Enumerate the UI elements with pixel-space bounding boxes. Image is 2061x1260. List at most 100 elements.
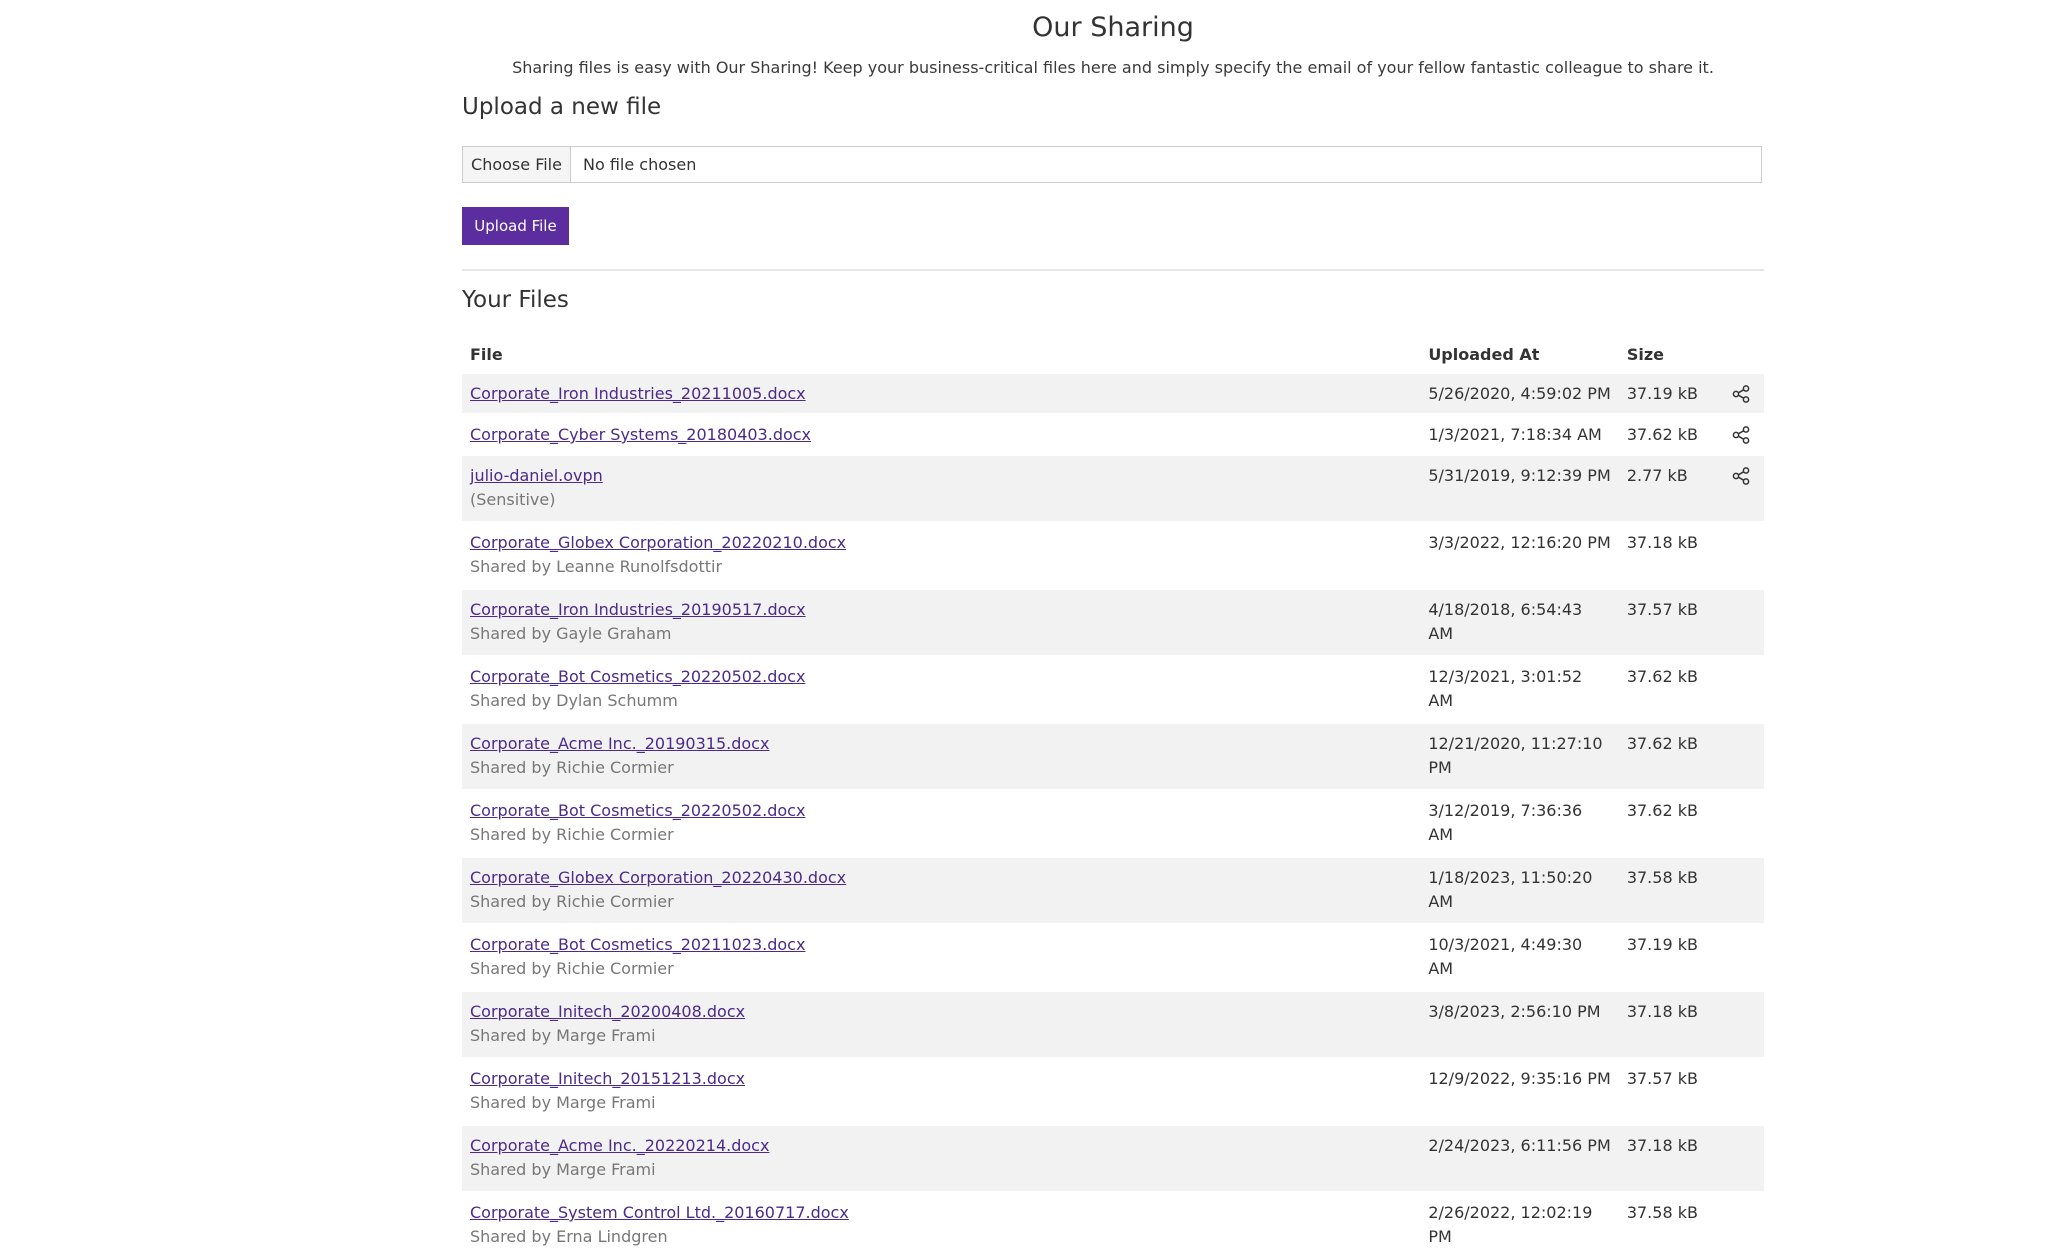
upload-section-title: Upload a new file (462, 94, 662, 120)
page-title: Our Sharing (1032, 12, 1194, 43)
share-cell (1718, 924, 1764, 991)
file-cell: Corporate_Acme Inc._20190315.docx Shared … (462, 723, 1420, 790)
file-link[interactable]: Corporate_Globex Corporation_20220210.do… (470, 533, 846, 552)
share-cell (1718, 723, 1764, 790)
share-cell (1718, 1192, 1764, 1259)
share-cell (1718, 1058, 1764, 1125)
size-cell: 37.62 kB (1626, 734, 1698, 753)
file-cell: Corporate_Acme Inc._20220214.docx Shared … (462, 1125, 1420, 1192)
file-cell: Corporate_Initech_20200408.docx Shared by… (462, 991, 1420, 1058)
table-row: Corporate_Initech_20200408.docx Shared by… (462, 991, 1764, 1058)
file-link[interactable]: Corporate_Iron Industries_20190517.docx (470, 600, 806, 619)
size-cell: 37.19 kB (1626, 384, 1698, 403)
file-cell: Corporate_Iron Industries_20190517.docx S… (462, 589, 1420, 656)
uploaded-at-cell: 1/3/2021, 7:18:34 AM (1428, 425, 1602, 444)
file-link[interactable]: Corporate_Initech_20200408.docx (470, 1002, 745, 1021)
file-cell: Corporate_Iron Industries_20211005.docx (462, 374, 1420, 414)
file-subtitle: Shared by Dylan Schumm (470, 691, 678, 710)
file-link[interactable]: Corporate_Bot Cosmetics_20220502.docx (470, 801, 805, 820)
file-subtitle: Shared by Marge Frami (470, 1160, 656, 1179)
uploaded-at-cell: 12/3/2021, 3:01:52 AM (1428, 667, 1583, 710)
table-row: Corporate_Bot Cosmetics_20211023.docx Sha… (462, 924, 1764, 991)
column-header-uploaded-at: Uploaded At (1428, 345, 1540, 364)
uploaded-at-cell: 5/31/2019, 9:12:39 PM (1428, 466, 1611, 485)
uploaded-at-cell: 2/24/2023, 6:11:56 PM (1428, 1136, 1611, 1155)
table-row: Corporate_Globex Corporation_20220430.do… (462, 857, 1764, 924)
table-row: Corporate_Acme Inc._20190315.docx Shared … (462, 723, 1764, 790)
size-cell: 37.57 kB (1626, 600, 1698, 619)
uploaded-at-cell: 3/8/2023, 2:56:10 PM (1428, 1002, 1601, 1021)
uploaded-at-cell: 1/18/2023, 11:50:20 AM (1428, 868, 1593, 911)
file-link[interactable]: Corporate_Cyber Systems_20180403.docx (470, 425, 811, 444)
share-cell (1718, 455, 1764, 522)
file-subtitle: Shared by Richie Cormier (470, 758, 674, 777)
size-cell: 2.77 kB (1626, 466, 1688, 485)
file-link[interactable]: Corporate_Acme Inc._20190315.docx (470, 734, 769, 753)
share-cell (1718, 1125, 1764, 1192)
table-header-row: File Uploaded At Size (462, 335, 1764, 374)
page-container: Our Sharing Sharing files is easy with O… (462, 0, 1764, 1260)
file-link[interactable]: Corporate_Bot Cosmetics_20211023.docx (470, 935, 805, 954)
share-cell (1718, 414, 1764, 455)
file-subtitle: Shared by Erna Lindgren (470, 1227, 668, 1246)
uploaded-at-cell: 3/3/2022, 12:16:20 PM (1428, 533, 1611, 552)
uploaded-at-cell: 5/26/2020, 4:59:02 PM (1428, 384, 1611, 403)
file-link[interactable]: julio-daniel.ovpn (470, 466, 603, 485)
table-row: Corporate_Initech_20151213.docx Shared by… (462, 1058, 1764, 1125)
file-cell: Corporate_Bot Cosmetics_20220502.docx Sha… (462, 790, 1420, 857)
table-row: Corporate_Bot Cosmetics_20220502.docx Sha… (462, 790, 1764, 857)
file-link[interactable]: Corporate_Iron Industries_20211005.docx (470, 384, 806, 403)
uploaded-at-cell: 2/26/2022, 12:02:19 PM (1428, 1203, 1593, 1246)
uploaded-at-cell: 12/9/2022, 9:35:16 PM (1428, 1069, 1611, 1088)
page-description: Sharing files is easy with Our Sharing! … (512, 58, 1714, 77)
file-cell: Corporate_Globex Corporation_20220210.do… (462, 522, 1420, 589)
file-subtitle: Shared by Gayle Graham (470, 624, 672, 643)
table-row: Corporate_Acme Inc._20220214.docx Shared … (462, 1125, 1764, 1192)
size-cell: 37.62 kB (1626, 667, 1698, 686)
table-row: Corporate_Bot Cosmetics_20220502.docx Sha… (462, 656, 1764, 723)
size-cell: 37.18 kB (1626, 1136, 1698, 1155)
uploaded-at-cell: 3/12/2019, 7:36:36 AM (1428, 801, 1583, 844)
file-subtitle: Shared by Richie Cormier (470, 959, 674, 978)
choose-file-button[interactable]: Choose File (463, 147, 571, 182)
share-icon[interactable] (1731, 466, 1751, 486)
file-cell: Corporate_Globex Corporation_20220430.do… (462, 857, 1420, 924)
file-subtitle: (Sensitive) (470, 490, 556, 509)
share-cell (1718, 656, 1764, 723)
file-link[interactable]: Corporate_Initech_20151213.docx (470, 1069, 745, 1088)
file-link[interactable]: Corporate_Acme Inc._20220214.docx (470, 1136, 769, 1155)
file-subtitle: Shared by Marge Frami (470, 1093, 656, 1112)
size-cell: 37.58 kB (1626, 1203, 1698, 1222)
share-icon[interactable] (1731, 384, 1751, 404)
file-link[interactable]: Corporate_Globex Corporation_20220430.do… (470, 868, 846, 887)
table-row: Corporate_System Control Ltd._20160717.d… (462, 1192, 1764, 1259)
no-file-label: No file chosen (583, 155, 697, 174)
upload-file-button[interactable]: Upload File (462, 207, 569, 245)
share-cell (1718, 790, 1764, 857)
size-cell: 37.19 kB (1626, 935, 1698, 954)
size-cell: 37.62 kB (1626, 425, 1698, 444)
size-cell: 37.18 kB (1626, 1002, 1698, 1021)
column-header-file: File (470, 345, 503, 364)
share-cell (1718, 589, 1764, 656)
file-subtitle: Shared by Richie Cormier (470, 825, 674, 844)
file-cell: Corporate_Bot Cosmetics_20211023.docx Sha… (462, 924, 1420, 991)
share-cell (1718, 522, 1764, 589)
file-cell: Corporate_Initech_20151213.docx Shared by… (462, 1058, 1420, 1125)
files-section-title: Your Files (462, 287, 569, 313)
column-header-share (1718, 335, 1764, 374)
file-input[interactable]: Choose File No file chosen (462, 146, 1762, 183)
file-cell: Corporate_System Control Ltd._20160717.d… (462, 1192, 1420, 1259)
file-cell: Corporate_Bot Cosmetics_20220502.docx Sha… (462, 656, 1420, 723)
table-row: Corporate_Globex Corporation_20220210.do… (462, 522, 1764, 589)
column-header-size: Size (1626, 345, 1664, 364)
size-cell: 37.18 kB (1626, 533, 1698, 552)
file-link[interactable]: Corporate_Bot Cosmetics_20220502.docx (470, 667, 805, 686)
table-row: Corporate_Iron Industries_20211005.docx 5… (462, 374, 1764, 414)
size-cell: 37.57 kB (1626, 1069, 1698, 1088)
file-link[interactable]: Corporate_System Control Ltd._20160717.d… (470, 1203, 849, 1222)
size-cell: 37.58 kB (1626, 868, 1698, 887)
section-divider (462, 269, 1764, 271)
share-icon[interactable] (1731, 425, 1751, 445)
share-cell (1718, 991, 1764, 1058)
